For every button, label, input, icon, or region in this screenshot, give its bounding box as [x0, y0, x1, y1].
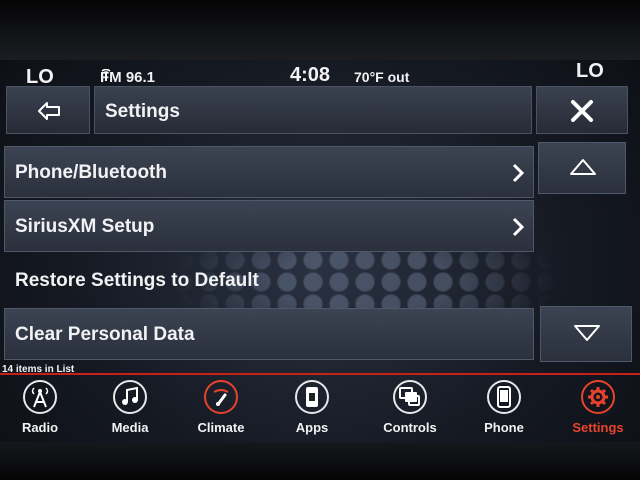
gear-icon	[581, 380, 615, 414]
triangle-down-icon	[574, 325, 600, 341]
list-item-label: Clear Personal Data	[15, 324, 195, 345]
nav-media[interactable]: Media	[90, 376, 170, 442]
climate-icon	[204, 380, 238, 414]
nav-label: Apps	[295, 420, 329, 435]
list-item-label: SiriusXM Setup	[15, 216, 155, 237]
close-icon	[571, 100, 593, 122]
nav-label: Climate	[197, 420, 245, 435]
passenger-temp[interactable]: LO	[576, 60, 604, 83]
nav-phone[interactable]: Phone	[464, 376, 544, 442]
clock: 4:08	[290, 64, 331, 86]
apps-icon	[295, 380, 329, 414]
nav-label: Controls	[383, 420, 437, 435]
music-note-icon	[113, 380, 147, 414]
scroll-down-button[interactable]	[540, 306, 632, 362]
phone-icon	[487, 380, 521, 414]
back-arrow-icon	[38, 102, 60, 120]
chevron-right-icon	[512, 163, 525, 183]
nav-label: Media	[111, 420, 149, 435]
list-item-siriusxm-setup[interactable]: SiriusXM Setup	[4, 200, 534, 252]
infotainment-screen: LO FM 96.1 4:08 70°F out LO Settings Pho…	[0, 0, 640, 480]
chevron-right-icon	[512, 217, 525, 237]
radio-station: FM 96.1	[100, 68, 155, 86]
bottom-nav: Radio Media Climate Apps Controls Phone …	[0, 376, 640, 446]
close-button[interactable]	[536, 86, 628, 134]
nav-divider	[0, 373, 640, 375]
bezel-top	[0, 0, 640, 60]
list-item-restore-defaults[interactable]: Restore Settings to Default	[4, 254, 534, 306]
page-title: Settings	[105, 101, 180, 122]
back-button[interactable]	[6, 86, 90, 134]
radio-tower-icon	[23, 380, 57, 414]
nav-label: Phone	[484, 420, 524, 435]
nav-label: Radio	[21, 420, 59, 435]
settings-list: Phone/Bluetooth SiriusXM Setup Restore S…	[4, 146, 534, 362]
outside-temp: 70°F out	[354, 69, 410, 85]
nav-apps[interactable]: Apps	[272, 376, 352, 442]
list-item-clear-personal-data[interactable]: Clear Personal Data	[4, 308, 534, 360]
list-item-phone-bluetooth[interactable]: Phone/Bluetooth	[4, 146, 534, 198]
nav-radio[interactable]: Radio	[0, 376, 80, 442]
bezel-bottom	[0, 442, 640, 480]
nav-climate[interactable]: Climate	[181, 376, 261, 442]
list-item-label: Restore Settings to Default	[15, 270, 259, 291]
title-bar: Settings	[94, 86, 532, 134]
header: Settings	[6, 86, 628, 136]
triangle-up-icon	[570, 159, 596, 175]
antenna-icon	[100, 68, 114, 84]
scroll-up-button[interactable]	[538, 142, 626, 194]
nav-settings[interactable]: Settings	[558, 376, 638, 442]
nav-controls[interactable]: Controls	[370, 376, 450, 442]
controls-icon	[393, 380, 427, 414]
list-item-label: Phone/Bluetooth	[15, 162, 167, 183]
nav-label: Settings	[572, 420, 624, 435]
